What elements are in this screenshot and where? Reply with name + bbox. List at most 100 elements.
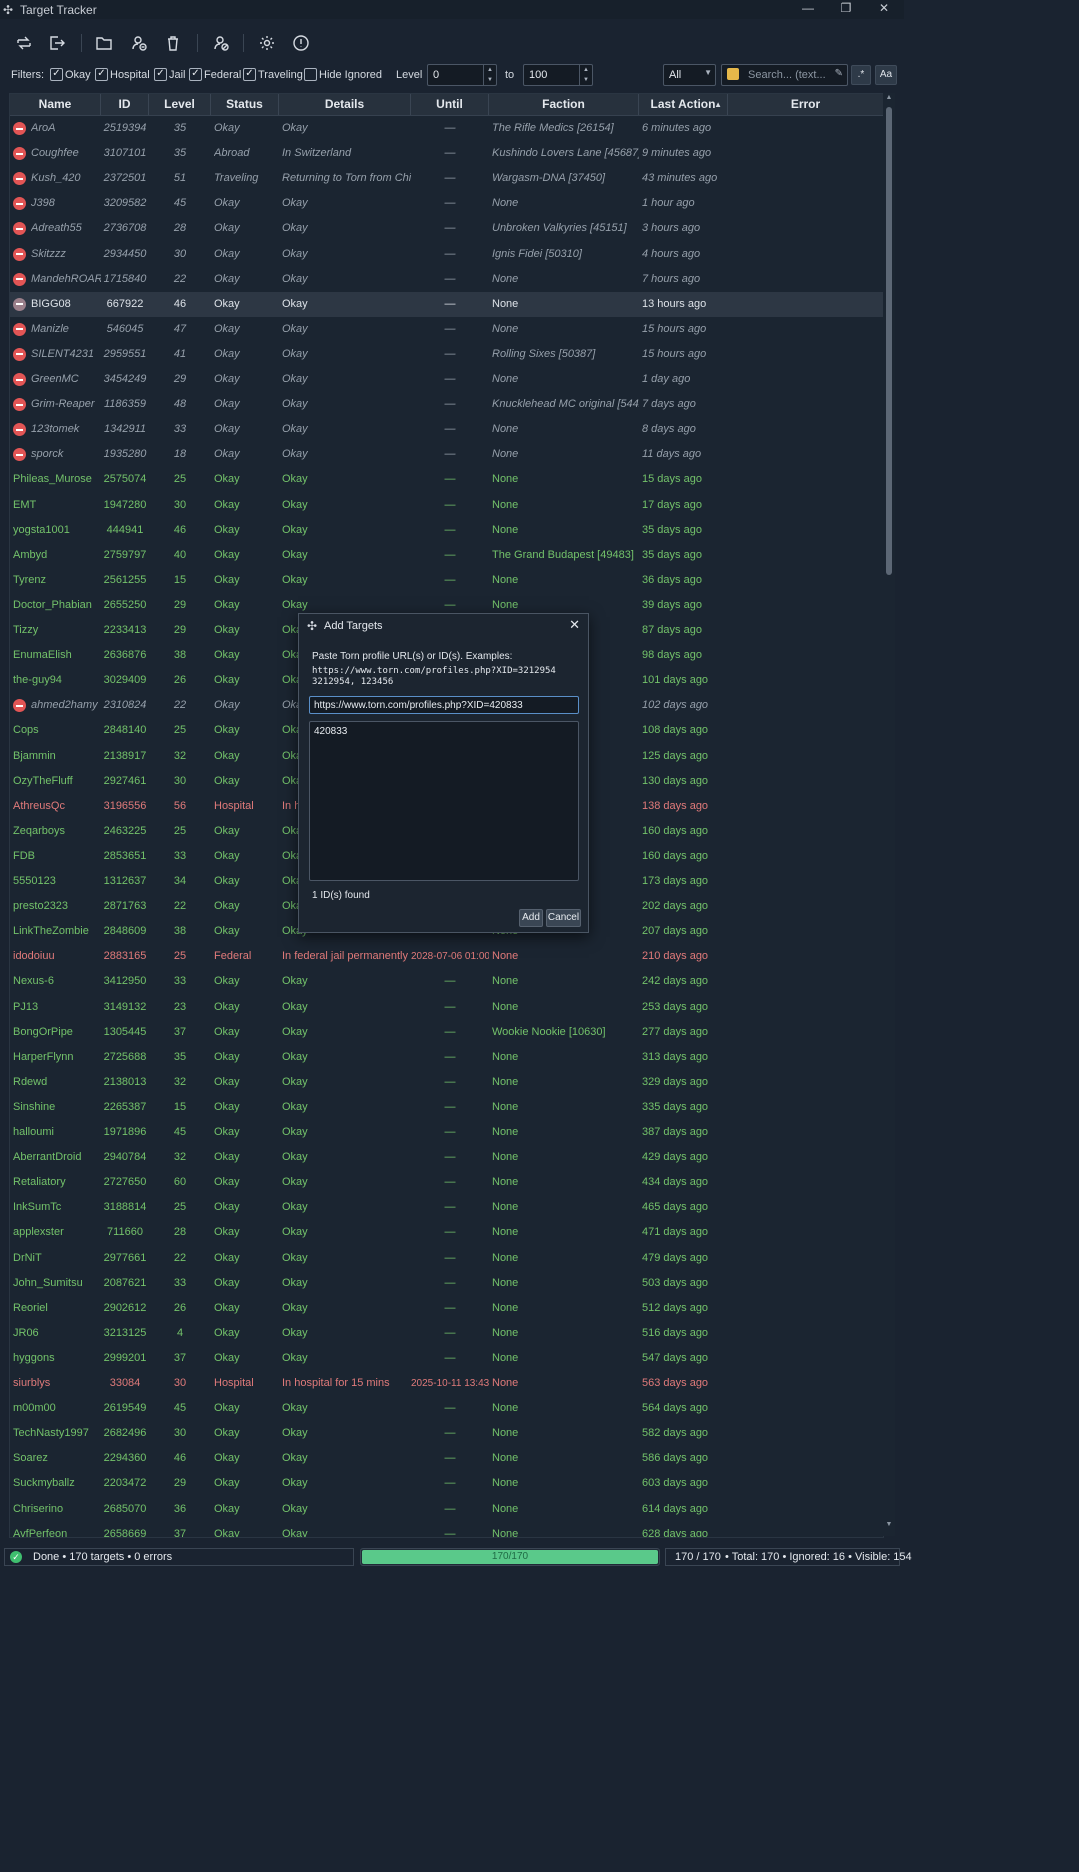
table-row[interactable]: Kush_420 2372501 51 Traveling Returning to T… [10, 166, 883, 191]
folder-icon[interactable] [92, 32, 116, 54]
table-row[interactable]: BongOrPipe 1305445 37 Okay Okay — Wookie Nooki… [10, 1020, 883, 1045]
column-header-until[interactable]: Until [411, 94, 489, 115]
table-row[interactable]: DrNiT 2977661 22 Okay Okay — None 479 days ago [10, 1246, 883, 1271]
table-row[interactable]: Reoriel 2902612 26 Okay Okay — None 512 days ag… [10, 1296, 883, 1321]
scope-dropdown[interactable]: All ▼ [663, 64, 716, 86]
column-header-name[interactable]: Name [10, 94, 101, 115]
column-header-details[interactable]: Details [279, 94, 411, 115]
restore-icon[interactable]: ❐ [827, 0, 865, 19]
cell-until: — [444, 398, 456, 411]
dialog-close-icon[interactable]: ✕ [569, 617, 580, 633]
table-row[interactable]: applexster 711660 28 Okay Okay — None 471 days … [10, 1220, 883, 1245]
table-row[interactable]: hyggons 2999201 37 Okay Okay — None 547 days ag… [10, 1346, 883, 1371]
jail-checkbox[interactable]: ✓ [154, 68, 167, 81]
clear-brush-icon[interactable]: ✎ [835, 68, 843, 79]
cell-name: AvfPerfeon [13, 1527, 68, 1538]
column-header-level[interactable]: Level [149, 94, 211, 115]
ignored-icon [13, 373, 26, 386]
table-row[interactable]: SILENT4231 2959551 41 Okay Okay — Rolling Sixe… [10, 342, 883, 367]
regex-toggle-button[interactable]: .* [851, 65, 871, 85]
table-row[interactable]: MandehROAR 1715840 22 Okay Okay — None 7 hours … [10, 267, 883, 292]
cell-status: Okay [214, 1527, 240, 1538]
scroll-up-arrow-icon[interactable]: ▲ [883, 94, 895, 101]
profile-url-input[interactable]: https://www.torn.com/profiles.php?XID=42… [309, 696, 579, 714]
table-row[interactable]: sporck 1935280 18 Okay Okay — None 11 days ago [10, 442, 883, 467]
cell-id: 1186359 [103, 398, 146, 411]
case-sensitive-toggle-button[interactable]: Aa [875, 65, 897, 85]
okay-checkbox[interactable]: ✓ [50, 68, 63, 81]
spin-arrows-icon[interactable]: ▲ ▼ [579, 65, 592, 85]
scroll-down-arrow-icon[interactable]: ▼ [883, 1521, 895, 1528]
search-field[interactable]: Search... (text... ✎ [721, 64, 848, 86]
table-row[interactable]: yogsta1001 444941 46 Okay Okay — None 35 days a… [10, 518, 883, 543]
table-row[interactable]: Retaliatory 2727650 60 Okay Okay — None 434 day… [10, 1170, 883, 1195]
table-row[interactable]: InkSumTc 3188814 25 Okay Okay — None 465 days a… [10, 1195, 883, 1220]
trash-icon[interactable] [161, 32, 185, 54]
column-header-id[interactable]: ID [101, 94, 149, 115]
table-row[interactable]: siurblys 33084 30 Hospital In hospital for 1… [10, 1371, 883, 1396]
cell-last-action: 434 days ago [642, 1176, 709, 1189]
table-row[interactable]: J398 3209582 45 Okay Okay — None 1 hour ago [10, 191, 883, 216]
table-row[interactable]: Skitzzz 2934450 30 Okay Okay — Ignis Fidei [50… [10, 242, 883, 267]
table-row[interactable]: idodoiuu 2883165 25 Federal In federal jail … [10, 944, 883, 969]
table-row[interactable]: Chriserino 2685070 36 Okay Okay — None 614 days… [10, 1497, 883, 1522]
spin-arrows-icon[interactable]: ▲ ▼ [483, 65, 496, 85]
level-min-spinbox[interactable]: 0 ▲ ▼ [427, 64, 497, 86]
cell-until: — [444, 975, 456, 988]
table-row[interactable]: John_Sumitsu 2087621 33 Okay Okay — None 503 da… [10, 1271, 883, 1296]
table-row[interactable]: Suckmyballz 2203472 29 Okay Okay — None 603 day… [10, 1471, 883, 1496]
table-row[interactable]: m00m00 2619549 45 Okay Okay — None 564 days ago [10, 1396, 883, 1421]
table-row[interactable]: PJ13 3149132 23 Okay Okay — None 253 days ago [10, 995, 883, 1020]
table-row[interactable]: Adreath55 2736708 28 Okay Okay — Unbroken Valk… [10, 216, 883, 241]
table-row[interactable]: Phileas_Murose 2575074 25 Okay Okay — None 15 d… [10, 467, 883, 492]
table-row[interactable]: EMT 1947280 30 Okay Okay — None 17 days ago [10, 493, 883, 518]
hide-ignored-checkbox[interactable] [304, 68, 317, 81]
table-row[interactable]: Tyrenz 2561255 15 Okay Okay — None 36 days ago [10, 568, 883, 593]
table-row[interactable]: BIGG08 667922 46 Okay Okay — None 13 hours ago [10, 291, 883, 317]
export-icon[interactable] [45, 32, 69, 54]
table-row[interactable]: Coughfee 3107101 35 Abroad In Switzerland — Ku… [10, 141, 883, 166]
table-row[interactable]: Manizle 546045 47 Okay Okay — None 15 hours ago [10, 317, 883, 342]
table-row[interactable]: Rdewd 2138013 32 Okay Okay — None 329 days ago [10, 1070, 883, 1095]
close-window-icon[interactable]: ✕ [865, 0, 903, 19]
column-header-last-action[interactable]: Last Action ▲ [639, 94, 728, 115]
table-row[interactable]: AroA 2519394 35 Okay Okay — The Rifle Medics [… [10, 116, 883, 141]
table-row[interactable]: HarperFlynn 2725688 35 Okay Okay — None 313 day… [10, 1045, 883, 1070]
hospital-checkbox[interactable]: ✓ [95, 68, 108, 81]
vertical-scrollbar[interactable]: ▲ ▼ [883, 93, 895, 1536]
settings-gear-icon[interactable] [255, 32, 279, 54]
column-header-error[interactable]: Error [728, 94, 883, 115]
column-header-faction[interactable]: Faction [489, 94, 639, 115]
table-row[interactable]: AberrantDroid 2940784 32 Okay Okay — None 429 d… [10, 1145, 883, 1170]
federal-checkbox[interactable]: ✓ [189, 68, 202, 81]
ignore-user-icon[interactable] [209, 32, 233, 54]
add-button[interactable]: Add [519, 909, 543, 927]
table-row[interactable]: halloumi 1971896 45 Okay Okay — None 387 days a… [10, 1120, 883, 1145]
cell-status: Hospital [214, 1377, 254, 1389]
table-row[interactable]: JR06 3213125 4 Okay Okay — None 516 days ago [10, 1321, 883, 1346]
table-row[interactable]: Sinshine 2265387 15 Okay Okay — None 335 days a… [10, 1095, 883, 1120]
scrollbar-thumb[interactable] [886, 107, 892, 575]
cell-details: Okay [282, 1301, 308, 1314]
table-row[interactable]: GreenMC 3454249 29 Okay Okay — None 1 day ago [10, 367, 883, 392]
table-row[interactable]: AvfPerfeon 2658669 37 Okay Okay — None 628 days… [10, 1522, 883, 1538]
refresh-icon[interactable] [12, 32, 36, 54]
table-row[interactable]: Ambyd 2759797 40 Okay Okay — The Grand Budapes… [10, 543, 883, 568]
column-header-status[interactable]: Status [211, 94, 279, 115]
cancel-button[interactable]: Cancel [546, 909, 581, 927]
info-icon[interactable] [289, 32, 313, 54]
cell-last-action: 614 days ago [642, 1502, 709, 1515]
table-row[interactable]: Nexus-6 3412950 33 Okay Okay — None 242 days ag… [10, 969, 883, 994]
parsed-ids-textarea[interactable]: 420833 [309, 721, 579, 881]
table-row[interactable]: TechNasty1997 2682496 30 Okay Okay — None 582 d… [10, 1421, 883, 1446]
cell-until: — [444, 473, 456, 486]
level-max-spinbox[interactable]: 100 ▲ ▼ [523, 64, 593, 86]
cell-status: Okay [214, 1126, 240, 1138]
table-row[interactable]: Grim-Reaper 1186359 48 Okay Okay — Knucklehead… [10, 392, 883, 417]
minimize-icon[interactable]: — [789, 0, 827, 19]
traveling-checkbox[interactable]: ✓ [243, 68, 256, 81]
table-row[interactable]: 123tomek 1342911 33 Okay Okay — None 8 days ago [10, 417, 883, 442]
table-row[interactable]: Soarez 2294360 46 Okay Okay — None 586 days ago [10, 1446, 883, 1471]
cell-id: 2087621 [103, 1276, 147, 1289]
remove-target-icon[interactable] [127, 32, 151, 54]
